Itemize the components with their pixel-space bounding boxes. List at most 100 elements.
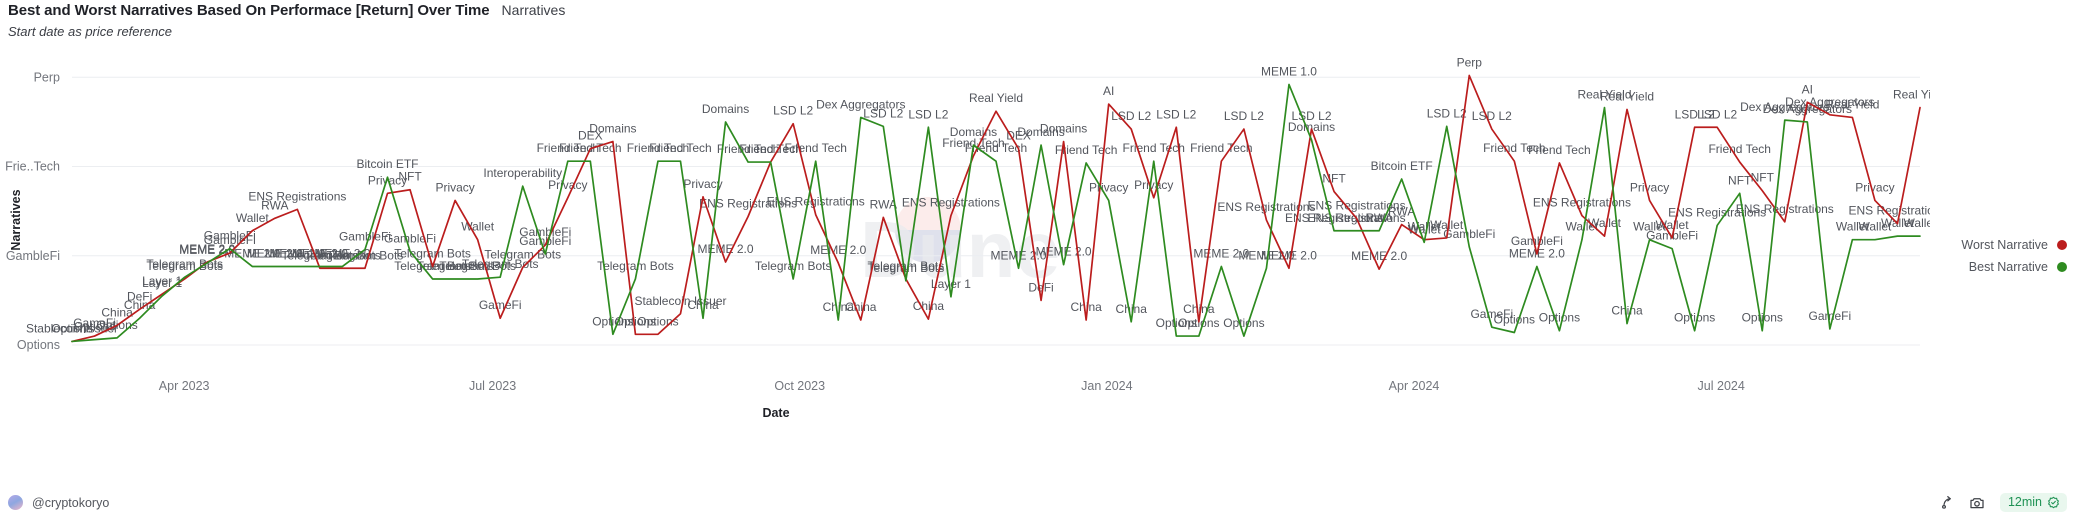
- title-row: Best and Worst Narratives Based On Perfo…: [8, 2, 1908, 19]
- chart-series-label: Narratives: [501, 2, 566, 18]
- chart-page: Best and Worst Narratives Based On Perfo…: [0, 0, 2077, 520]
- data-point-label: Privacy: [1089, 180, 1128, 194]
- data-point-label: Interoperability: [483, 166, 562, 180]
- legend-label-worst: Worst Narrative: [1961, 238, 2048, 252]
- data-point-label: Options: [1674, 311, 1715, 325]
- data-point-label: ENS Registrations: [1668, 205, 1766, 219]
- data-point-label: Wallet: [1408, 222, 1442, 236]
- data-point-label: Wallet: [461, 220, 495, 234]
- data-point-label: GambleFi: [384, 231, 436, 245]
- data-point-label: MEME 2.0: [1351, 249, 1407, 263]
- y-axis-tick-label: Options: [17, 338, 60, 352]
- data-point-label: RWA: [1365, 211, 1392, 225]
- data-point-label: Bitcoin ETF: [1371, 159, 1433, 173]
- data-point-label: LSD L2: [908, 107, 948, 121]
- data-point-label: Friend Tech: [1123, 141, 1185, 155]
- data-point-label: LSD L2: [1472, 109, 1512, 123]
- data-point-label: Options: [1494, 313, 1535, 327]
- data-point-label: GambleFi: [1443, 227, 1495, 241]
- legend-label-best: Best Narrative: [1968, 260, 2048, 274]
- legend-item-worst[interactable]: Worst Narrative: [1961, 238, 2067, 252]
- data-point-label: Layer 1: [142, 276, 182, 290]
- chart-actions: 12min: [1938, 493, 2067, 512]
- data-point-label: LSD L2: [1427, 106, 1467, 120]
- data-point-label: Privacy: [1630, 180, 1669, 194]
- plot-area: Dune Perp Frie..Tech GambleFi Options Narrati…: [0, 45, 1930, 475]
- data-point-label: Privacy: [1855, 180, 1894, 194]
- y-axis-title: Narratives: [9, 189, 23, 250]
- x-axis-tick-label: Apr 2023: [159, 379, 210, 393]
- data-point-label: Domains: [1017, 125, 1064, 139]
- data-point-label: NFT: [1728, 173, 1752, 187]
- share-icon[interactable]: [1938, 494, 1955, 511]
- data-point-label: Telegram Bots: [597, 259, 674, 273]
- data-point-label: Wallet: [1904, 216, 1930, 230]
- data-point-label: Perp: [1457, 56, 1483, 70]
- x-axis-title: Date: [762, 406, 789, 420]
- freshness-label: 12min: [2007, 495, 2042, 509]
- data-point-label: Friend Tech: [1190, 141, 1252, 155]
- data-freshness-badge[interactable]: 12min: [1999, 493, 2067, 512]
- data-point-label: LSD L2: [863, 106, 903, 120]
- data-point-label: Privacy: [435, 180, 474, 194]
- data-point-label: Options: [1223, 316, 1264, 330]
- data-point-label: Options: [1539, 311, 1580, 325]
- chart-subtitle: Start date as price reference: [8, 24, 173, 39]
- data-point-label: Domains: [950, 125, 997, 139]
- data-point-label: NFT: [1322, 172, 1346, 186]
- data-point-label: Domains: [589, 122, 636, 136]
- data-point-label: LSD L2: [773, 104, 813, 118]
- data-point-label: Bitcoin ETF: [357, 157, 419, 171]
- camera-icon[interactable]: [1969, 494, 1986, 511]
- legend-color-swatch-best: [2057, 262, 2067, 272]
- data-point-label: Friend Tech: [1528, 143, 1590, 157]
- legend-color-swatch-worst: [2057, 240, 2067, 250]
- data-point-label: Friend Tech: [649, 141, 711, 155]
- data-point-label: AI: [1103, 84, 1114, 98]
- chart-header: Best and Worst Narratives Based On Perfo…: [8, 2, 1908, 39]
- data-point-label: LSD L2: [1224, 109, 1264, 123]
- data-point-label: ENS Registrations: [248, 189, 346, 203]
- data-point-label: DeFi: [1028, 280, 1053, 294]
- data-point-label: Friend Tech: [784, 141, 846, 155]
- chart-legend: Worst Narrative Best Narrative: [1917, 238, 2067, 274]
- data-point-label: MEME 2.0: [314, 246, 370, 260]
- data-point-label: GameFi: [1809, 309, 1852, 323]
- x-axis-tick-label: Jul 2024: [1698, 379, 1745, 393]
- data-point-label: China: [1611, 304, 1643, 318]
- data-point-label: Options: [1742, 311, 1783, 325]
- data-point-label: Privacy: [683, 177, 722, 191]
- data-point-label: LSD L2: [1156, 107, 1196, 121]
- x-axis-tick-label: Apr 2024: [1389, 379, 1440, 393]
- author-handle[interactable]: @cryptokoryo: [32, 496, 109, 510]
- page-title: Best and Worst Narratives Based On Perfo…: [8, 2, 490, 19]
- data-point-label: GameFi: [479, 298, 522, 312]
- y-axis-tick-label: Frie..Tech: [5, 160, 60, 174]
- data-point-label: RWA: [870, 197, 897, 211]
- data-point-label: Telegram Bots: [755, 259, 832, 273]
- data-point-label: Real Yield: [1893, 88, 1930, 102]
- data-point-label: Privacy: [1134, 178, 1173, 192]
- data-point-label: MEME 2.0: [1036, 245, 1092, 259]
- line-chart: DunePerpFrie..TechGambleFiOptionsNarrati…: [5, 56, 1930, 420]
- y-axis-tick-label: Perp: [34, 70, 60, 84]
- data-point-label: LSD L2: [1697, 107, 1737, 121]
- legend-item-best[interactable]: Best Narrative: [1969, 260, 2067, 274]
- data-point-label: MEME 2.0: [698, 242, 754, 256]
- data-point-label: Options: [592, 314, 633, 328]
- avatar: [8, 495, 23, 510]
- x-axis-tick-label: Oct 2023: [774, 379, 825, 393]
- data-point-label: MEME 1.0: [1261, 64, 1317, 78]
- data-point-label: Real Yield: [969, 91, 1023, 105]
- data-point-label: China: [1116, 302, 1148, 316]
- author-footer[interactable]: @cryptokoryo: [8, 495, 109, 510]
- x-axis-tick-label: Jan 2024: [1081, 379, 1132, 393]
- x-axis-tick-label: Jul 2023: [469, 379, 516, 393]
- data-point-label: LSD L2: [1111, 109, 1151, 123]
- data-point-label: Telegram Bots: [868, 261, 945, 275]
- data-point-label: NFT: [1751, 171, 1775, 185]
- data-point-label: MEME 2.0: [810, 243, 866, 257]
- data-point-label: NFT: [398, 170, 422, 184]
- data-point-label: Friend Tech: [1708, 142, 1770, 156]
- data-point-label: Domains: [702, 102, 749, 116]
